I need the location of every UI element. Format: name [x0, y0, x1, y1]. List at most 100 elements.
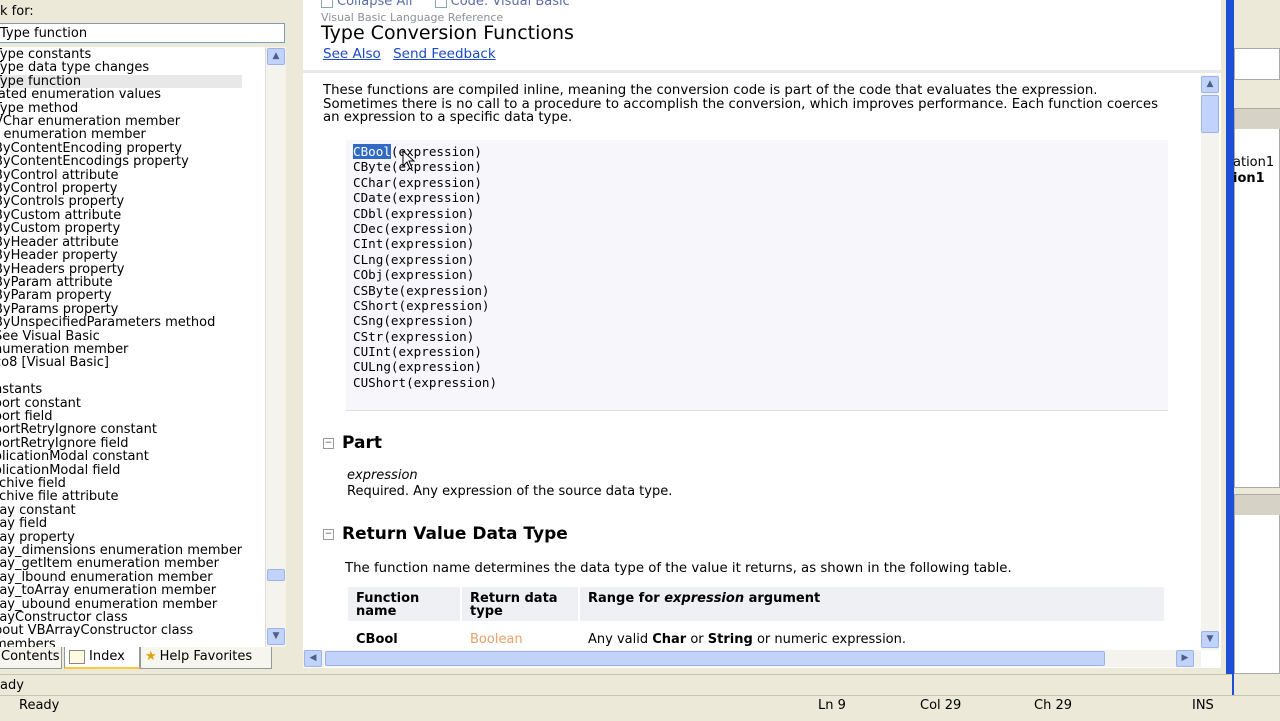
- see-also-link[interactable]: See Also: [323, 46, 381, 62]
- index-list-item[interactable]: oort constant: [0, 396, 242, 410]
- index-list-item[interactable]: ByHeader attribute: [0, 235, 242, 249]
- collapse-icon: [321, 0, 333, 8]
- function-name[interactable]: CLng: [353, 252, 383, 267]
- index-list-item[interactable]: nstants: [0, 383, 242, 397]
- index-list-item[interactable]: oortRetryIgnore field: [0, 436, 242, 450]
- index-list-item[interactable]: [0, 370, 242, 383]
- function-argument: (expression): [383, 251, 475, 267]
- document-horizontal-scrollbar[interactable]: ◀ ▶: [303, 650, 1201, 667]
- section-part-heading[interactable]: − Part: [323, 433, 382, 453]
- index-list-item[interactable]: ByUnspecifiedParameters method: [0, 316, 242, 330]
- scroll-left-icon[interactable]: ◀: [304, 650, 322, 667]
- index-list-item[interactable]: bout VBArrayConstructor class: [0, 624, 242, 638]
- function-name[interactable]: CBool: [353, 144, 391, 159]
- function-name[interactable]: CSByte: [353, 283, 399, 298]
- code-line: CDate(expression): [353, 190, 497, 205]
- scroll-up-icon[interactable]: ▲: [1201, 76, 1219, 93]
- index-list-item[interactable]: ray field: [0, 517, 242, 531]
- function-name[interactable]: CULng: [353, 359, 391, 374]
- scroll-thumb[interactable]: [325, 651, 1105, 666]
- index-list-item[interactable]: ByContentEncoding property: [0, 141, 242, 155]
- scroll-down-icon[interactable]: ▼: [1201, 631, 1219, 648]
- function-name[interactable]: CShort: [353, 298, 399, 313]
- index-list-item[interactable]: co8 [Visual Basic]: [0, 356, 242, 370]
- code-line: CShort(expression): [353, 298, 497, 313]
- function-name[interactable]: CChar: [353, 175, 391, 190]
- scroll-thumb[interactable]: [1201, 95, 1219, 133]
- index-list-item[interactable]: Type method: [0, 101, 242, 115]
- index-list-item[interactable]: Type function: [0, 74, 243, 88]
- function-argument: (expression): [390, 344, 482, 360]
- tab-contents[interactable]: Contents: [0, 647, 62, 669]
- index-list-item[interactable]: See Visual Basic: [0, 329, 242, 343]
- collapse-toggle-icon[interactable]: −: [323, 437, 334, 449]
- index-list-item[interactable]: olicationModal field: [0, 463, 242, 477]
- function-name[interactable]: CDbl: [353, 206, 383, 221]
- section-return-value-heading[interactable]: − Return Value Data Type: [323, 524, 568, 544]
- status-insert-mode: INS: [1192, 698, 1214, 713]
- index-list-item[interactable]: ray_toArray enumeration member: [0, 584, 242, 598]
- index-list-item[interactable]: ByControls property: [0, 195, 242, 209]
- document-vertical-scrollbar[interactable]: ▲ ▼: [1201, 75, 1219, 650]
- function-name[interactable]: CByte: [353, 159, 391, 174]
- scroll-up-icon[interactable]: ▲: [267, 48, 285, 65]
- index-list-item[interactable]: ByParam attribute: [0, 275, 242, 289]
- scroll-down-icon[interactable]: ▼: [267, 628, 285, 645]
- index-list-item[interactable]: ray constant: [0, 503, 242, 517]
- function-name[interactable]: CUInt: [353, 344, 391, 359]
- index-list-item[interactable]: Type constants: [0, 48, 242, 62]
- index-list-item[interactable]: ByControl property: [0, 182, 242, 196]
- index-list-item[interactable]: rayConstructor class: [0, 611, 242, 625]
- function-name[interactable]: CSng: [353, 313, 383, 328]
- index-list-item[interactable]: oortRetryIgnore constant: [0, 423, 242, 437]
- function-name[interactable]: CUShort: [353, 375, 406, 390]
- function-name[interactable]: CInt: [353, 236, 383, 251]
- collapse-all-button[interactable]: Collapse All: [321, 0, 413, 9]
- index-list-item[interactable]: ByContentEncodings property: [0, 155, 242, 169]
- index-list-item[interactable]: ByCustom attribute: [0, 208, 242, 222]
- index-list-item[interactable]: r enumeration member: [0, 128, 242, 142]
- tab-index[interactable]: Index: [64, 647, 140, 669]
- index-list-item[interactable]: ray_getItem enumeration member: [0, 557, 242, 571]
- index-list-item[interactable]: members: [0, 637, 242, 647]
- function-argument: (expression): [383, 328, 475, 344]
- index-list-item[interactable]: VChar enumeration member: [0, 115, 242, 129]
- index-list-item[interactable]: ByCustom property: [0, 222, 242, 236]
- index-list-item[interactable]: ray_ubound enumeration member: [0, 597, 242, 611]
- function-name[interactable]: CObj: [353, 267, 383, 282]
- index-list-item[interactable]: ray_dimensions enumeration member: [0, 544, 242, 558]
- look-for-input[interactable]: Type function: [0, 23, 285, 43]
- send-feedback-link[interactable]: Send Feedback: [393, 46, 496, 62]
- solution-item-label: ation1: [1233, 155, 1275, 170]
- panel-title-bar: [1235, 495, 1280, 515]
- index-list-item[interactable]: Type data type changes: [0, 61, 242, 75]
- parameter-term: expression: [347, 468, 418, 483]
- syntax-code-block: CBool (expression) CByte (expression) CChar (…: [346, 140, 1168, 411]
- function-argument: (expression): [383, 236, 475, 252]
- index-list-item[interactable]: oort field: [0, 410, 242, 424]
- index-list[interactable]: Type constants Type data type changes Type…: [0, 47, 265, 647]
- index-list-item[interactable]: rchive field: [0, 477, 242, 491]
- boolean-link[interactable]: Boolean: [461, 621, 580, 649]
- function-name[interactable]: CDate: [353, 190, 391, 205]
- tab-help-favorites[interactable]: ★ Help Favorites: [140, 647, 272, 669]
- function-name[interactable]: CStr: [353, 329, 383, 344]
- index-list-item[interactable]: ray property: [0, 530, 242, 544]
- index-list-item[interactable]: ByHeader property: [0, 249, 242, 263]
- index-list-item[interactable]: ByControl attribute: [0, 168, 242, 182]
- index-list-item[interactable]: Iated enumeration values: [0, 88, 242, 102]
- code-filter-dropdown[interactable]: Code: Visual Basic: [434, 0, 570, 9]
- index-list-item[interactable]: rchive file attribute: [0, 490, 242, 504]
- scroll-thumb[interactable]: [267, 569, 285, 581]
- scroll-right-icon[interactable]: ▶: [1176, 650, 1194, 667]
- index-list-item[interactable]: numeration member: [0, 343, 242, 357]
- index-list-item[interactable]: ByHeaders property: [0, 262, 242, 276]
- index-list-item[interactable]: olicationModal constant: [0, 450, 242, 464]
- index-list-scrollbar[interactable]: ▲ ▼: [265, 47, 286, 647]
- function-name[interactable]: CDec: [353, 221, 383, 236]
- collapse-toggle-icon[interactable]: −: [323, 528, 334, 540]
- index-list-item[interactable]: ByParams property: [0, 302, 242, 316]
- index-list-item[interactable]: ray_lbound enumeration member: [0, 570, 242, 584]
- column-header-function-name: Function name: [348, 587, 462, 621]
- index-list-item[interactable]: ByParam property: [0, 289, 242, 303]
